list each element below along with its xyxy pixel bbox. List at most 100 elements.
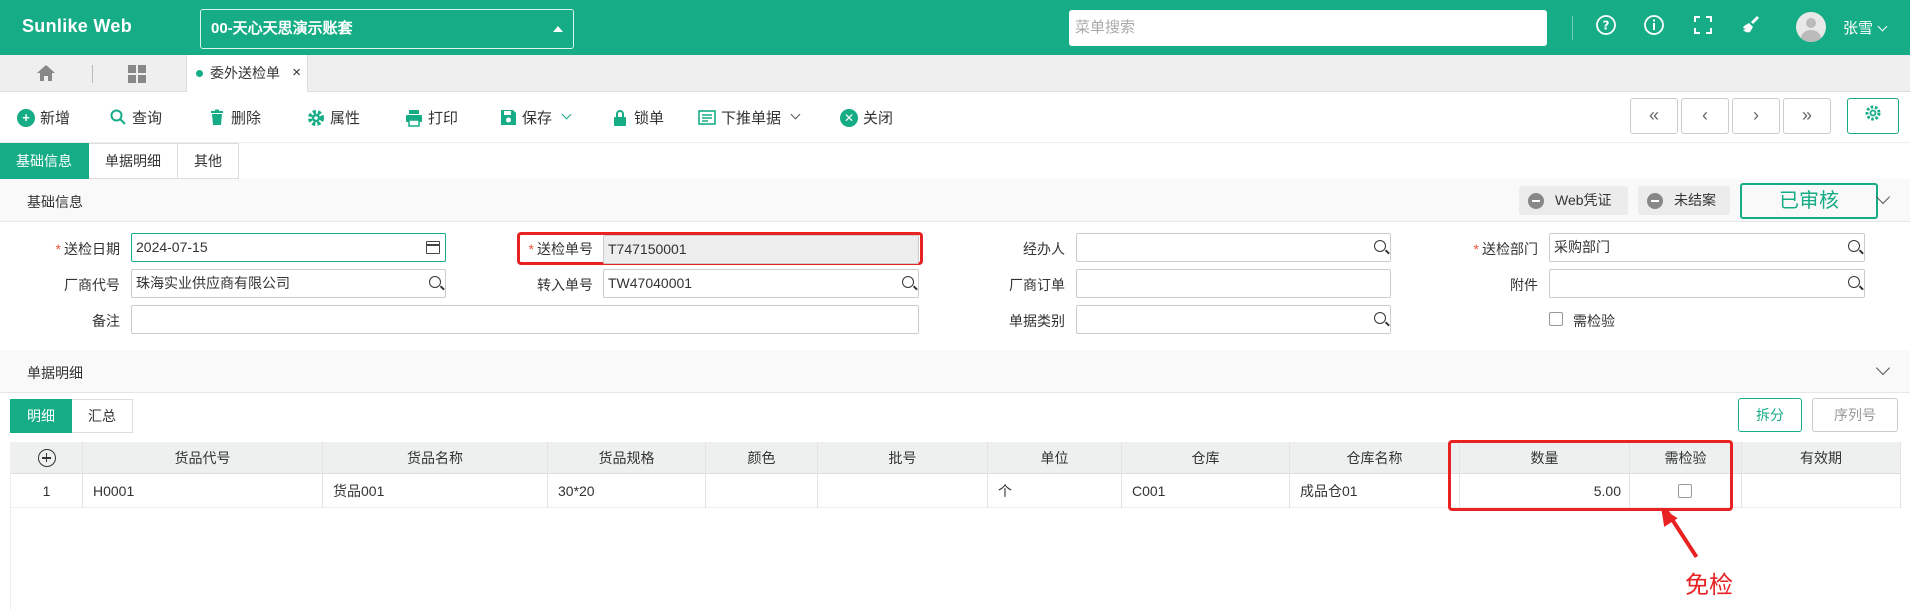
toolbar: + 新增 查询 删除 属性 打印 保存 锁单 下推单据 ✕ 关闭 « ‹ › » — [0, 92, 1910, 143]
push-down-button[interactable]: 下推单据 — [698, 107, 801, 128]
avatar[interactable] — [1796, 12, 1826, 42]
section-title: 单据明细 — [27, 365, 83, 381]
vendor-field[interactable]: 珠海实业供应商有限公司 — [131, 269, 446, 298]
broom-icon[interactable] — [1738, 14, 1764, 40]
dept-field[interactable]: 采购部门 — [1549, 233, 1865, 262]
annotation-label: 免检 — [1685, 572, 1733, 599]
caret-up-icon — [553, 26, 563, 32]
search-icon[interactable] — [1374, 240, 1386, 252]
delete-button[interactable]: 删除 — [208, 107, 261, 128]
transfer-no-field[interactable]: TW47040001 — [603, 269, 919, 298]
serial-no-button[interactable]: 序列号 — [1812, 398, 1898, 432]
split-button[interactable]: 拆分 — [1738, 398, 1802, 432]
web-voucher-button[interactable]: Web凭证 — [1519, 186, 1628, 215]
cell-code[interactable]: H0001 — [83, 474, 323, 508]
close-icon[interactable]: × — [292, 55, 301, 91]
cell-warehouse[interactable]: C001 — [1122, 474, 1290, 508]
settings-button[interactable] — [1847, 98, 1899, 134]
search-icon[interactable] — [1848, 276, 1860, 288]
chevron-down-icon — [561, 109, 572, 120]
cell-warehouse-name[interactable]: 成品仓01 — [1290, 474, 1460, 508]
section-title: 基础信息 — [27, 194, 83, 210]
cell-batch[interactable] — [818, 474, 988, 508]
brand-logo: Sunlike Web — [22, 16, 132, 36]
tab-other[interactable]: 其他 — [178, 143, 239, 179]
attachment-field[interactable] — [1549, 269, 1865, 298]
status-badge: 已审核 — [1740, 183, 1878, 219]
properties-button[interactable]: 属性 — [307, 107, 360, 128]
tab-label: 委外送检单 — [210, 65, 280, 81]
inspection-no-label: * 送检单号 — [528, 241, 593, 257]
tab-summary[interactable]: 汇总 — [72, 399, 133, 433]
printer-icon — [405, 109, 423, 127]
highlight-box — [1448, 440, 1733, 511]
calendar-icon[interactable] — [426, 241, 440, 254]
cell-spec[interactable]: 30*20 — [548, 474, 706, 508]
search-icon[interactable] — [902, 276, 914, 288]
query-button[interactable]: 查询 — [109, 107, 162, 128]
menu-search-input[interactable]: 菜单搜索 — [1069, 10, 1547, 46]
user-menu[interactable]: 张雪 — [1843, 17, 1886, 38]
lock-icon — [611, 109, 629, 127]
home-icon[interactable] — [36, 63, 56, 89]
tab-detail[interactable]: 单据明细 — [89, 143, 178, 179]
cell-name[interactable]: 货品001 — [323, 474, 548, 508]
lock-button[interactable]: 锁单 — [611, 107, 664, 128]
cell-unit[interactable]: 个 — [988, 474, 1122, 508]
remark-label: 备注 — [92, 313, 120, 329]
print-button[interactable]: 打印 — [405, 107, 458, 128]
main-tabs: 基础信息 单据明细 其他 — [0, 143, 239, 179]
handler-label: 经办人 — [1023, 241, 1065, 257]
col-header[interactable]: 货品规格 — [548, 442, 706, 474]
col-header[interactable]: 批号 — [818, 442, 988, 474]
remark-field[interactable] — [131, 305, 919, 334]
gear-icon — [1865, 105, 1881, 121]
last-record-button[interactable]: » — [1783, 98, 1831, 134]
search-icon[interactable] — [429, 276, 441, 288]
col-header[interactable]: 货品名称 — [323, 442, 548, 474]
col-header[interactable]: 单位 — [988, 442, 1122, 474]
row-index: 1 — [11, 474, 83, 508]
account-select-value: 00-天心天思演示账套 — [211, 20, 353, 37]
transfer-no-label: 转入单号 — [537, 277, 593, 293]
tab-outsource-inspection[interactable]: 委外送检单 × — [186, 55, 308, 92]
divider — [92, 65, 93, 83]
doc-type-field[interactable] — [1076, 305, 1391, 334]
next-record-button[interactable]: › — [1732, 98, 1780, 134]
handler-field[interactable] — [1076, 233, 1391, 262]
save-button[interactable]: 保存 — [499, 107, 572, 128]
inspection-no-field[interactable]: T747150001 — [603, 235, 919, 264]
chevron-down-icon — [790, 109, 801, 120]
col-header[interactable]: 货品代号 — [83, 442, 323, 474]
account-select[interactable]: 00-天心天思演示账套 — [200, 9, 574, 49]
tab-detail-lines[interactable]: 明细 — [10, 399, 72, 433]
dept-label: * 送检部门 — [1473, 241, 1538, 257]
add-button[interactable]: + 新增 — [17, 107, 70, 128]
info-circle-icon[interactable] — [1641, 14, 1667, 40]
close-button[interactable]: ✕ 关闭 — [840, 107, 893, 128]
document-icon — [698, 109, 716, 127]
col-header[interactable]: 颜色 — [706, 442, 818, 474]
date-field[interactable]: 2024-07-15 — [131, 233, 446, 262]
cell-color[interactable] — [706, 474, 818, 508]
cell-expire[interactable] — [1742, 474, 1901, 508]
vendor-order-field[interactable] — [1076, 269, 1391, 298]
question-circle-icon[interactable]: ? — [1593, 14, 1619, 40]
first-record-button[interactable]: « — [1630, 98, 1678, 134]
col-header[interactable]: 有效期 — [1742, 442, 1901, 474]
svg-text:?: ? — [1603, 19, 1610, 33]
grid-icon[interactable] — [128, 65, 146, 83]
not-closed-button[interactable]: 未结案 — [1638, 186, 1730, 215]
col-header[interactable]: 仓库 — [1122, 442, 1290, 474]
fullscreen-icon[interactable] — [1690, 14, 1716, 40]
plus-icon: + — [17, 108, 35, 127]
search-icon[interactable] — [1848, 240, 1860, 252]
tab-basic-info[interactable]: 基础信息 — [0, 143, 89, 179]
need-inspection-checkbox[interactable] — [1549, 312, 1563, 326]
doc-type-label: 单据类别 — [1009, 313, 1065, 329]
active-dot-icon — [196, 70, 203, 77]
search-icon[interactable] — [1374, 312, 1386, 324]
prev-record-button[interactable]: ‹ — [1681, 98, 1729, 134]
add-row-button[interactable] — [11, 442, 83, 474]
col-header[interactable]: 仓库名称 — [1290, 442, 1460, 474]
